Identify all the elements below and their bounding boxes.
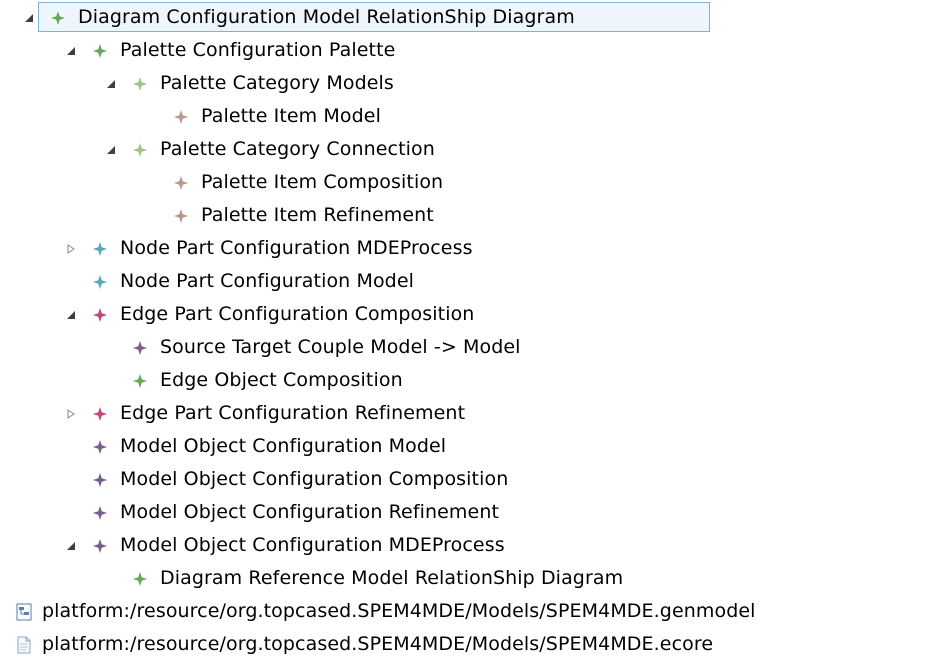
diamond-icon bbox=[88, 397, 112, 430]
tree-node-row[interactable]: Palette Item Model bbox=[143, 100, 381, 133]
tree-node-row[interactable]: Palette Configuration Palette bbox=[62, 34, 395, 67]
toggle-spacer bbox=[62, 430, 80, 463]
tree-node-label: Node Part Configuration Model bbox=[120, 270, 415, 292]
tree-node-label: Palette Item Model bbox=[201, 105, 381, 127]
expand-arrow-icon[interactable] bbox=[62, 34, 80, 67]
expand-arrow-icon[interactable] bbox=[62, 529, 80, 562]
tree-node-label: Palette Item Refinement bbox=[201, 204, 434, 226]
resource-row[interactable]: platform:/resource/org.topcased.SPEM4MDE… bbox=[8, 595, 756, 628]
diamond-icon bbox=[128, 133, 152, 166]
tree-node-label: Palette Category Connection bbox=[160, 138, 435, 160]
diamond-icon bbox=[88, 430, 112, 463]
tree-node-row[interactable]: Node Part Configuration Model bbox=[62, 265, 414, 298]
tree-node-row[interactable]: Diagram Configuration Model RelationShip… bbox=[20, 1, 575, 34]
toggle-spacer bbox=[102, 364, 120, 397]
tree-node-row[interactable]: Edge Object Composition bbox=[102, 364, 403, 397]
tree-node-row[interactable]: Diagram Reference Model RelationShip Dia… bbox=[102, 562, 623, 595]
diamond-icon bbox=[46, 1, 70, 34]
resource-row[interactable]: platform:/resource/org.topcased.SPEM4MDE… bbox=[8, 628, 713, 661]
collapse-arrow-icon[interactable] bbox=[62, 232, 80, 265]
tree-node-row[interactable]: Model Object Configuration Refinement bbox=[62, 496, 499, 529]
tree-node-label: Edge Part Configuration Refinement bbox=[120, 402, 466, 424]
tree-node-label: Model Object Configuration Model bbox=[120, 435, 447, 457]
diamond-icon bbox=[88, 496, 112, 529]
toggle-spacer bbox=[143, 199, 161, 232]
tree-node-row[interactable]: Node Part Configuration MDEProcess bbox=[62, 232, 473, 265]
toggle-spacer bbox=[62, 496, 80, 529]
tree-node-row[interactable]: Palette Item Refinement bbox=[143, 199, 434, 232]
tree-node-label: Model Object Configuration MDEProcess bbox=[120, 534, 505, 556]
tree-node-row[interactable]: Model Object Configuration MDEProcess bbox=[62, 529, 505, 562]
diamond-icon bbox=[128, 364, 152, 397]
toggle-spacer bbox=[62, 463, 80, 496]
expand-arrow-icon[interactable] bbox=[102, 67, 120, 100]
tree-node-label: Palette Category Models bbox=[160, 72, 394, 94]
toggle-spacer bbox=[143, 100, 161, 133]
toggle-spacer bbox=[62, 265, 80, 298]
tree-node-label: Palette Configuration Palette bbox=[120, 39, 396, 61]
diamond-icon bbox=[88, 463, 112, 496]
genmodel-file-icon bbox=[14, 595, 34, 628]
collapse-arrow-icon[interactable] bbox=[62, 397, 80, 430]
expand-arrow-icon[interactable] bbox=[102, 133, 120, 166]
tree-node-row[interactable]: Model Object Configuration Composition bbox=[62, 463, 508, 496]
tree-node-label: Edge Part Configuration Composition bbox=[120, 303, 475, 325]
toggle-spacer bbox=[102, 562, 120, 595]
tree-node-label: platform:/resource/org.topcased.SPEM4MDE… bbox=[42, 633, 714, 655]
tree-node-row[interactable]: Model Object Configuration Model bbox=[62, 430, 446, 463]
tree-node-row[interactable]: Source Target Couple Model -> Model bbox=[102, 331, 521, 364]
tree-node-row[interactable]: Edge Part Configuration Refinement bbox=[62, 397, 465, 430]
diamond-icon bbox=[88, 265, 112, 298]
tree-node-label: platform:/resource/org.topcased.SPEM4MDE… bbox=[42, 600, 756, 622]
ecore-file-icon bbox=[14, 628, 34, 661]
tree-node-row[interactable]: Edge Part Configuration Composition bbox=[62, 298, 474, 331]
diamond-icon bbox=[88, 34, 112, 67]
diamond-icon bbox=[88, 298, 112, 331]
diamond-icon bbox=[128, 562, 152, 595]
expand-arrow-icon[interactable] bbox=[62, 298, 80, 331]
diamond-icon bbox=[169, 166, 193, 199]
diamond-icon bbox=[88, 232, 112, 265]
expand-arrow-icon[interactable] bbox=[20, 1, 38, 34]
tree-node-label: Model Object Configuration Refinement bbox=[120, 501, 500, 523]
diagram-configuration-tree: Diagram Configuration Model RelationShip… bbox=[0, 0, 944, 670]
tree-node-label: Edge Object Composition bbox=[160, 369, 403, 391]
tree-node-row[interactable]: Palette Item Composition bbox=[143, 166, 443, 199]
tree-node-label: Diagram Configuration Model RelationShip… bbox=[78, 6, 575, 28]
tree-node-label: Palette Item Composition bbox=[201, 171, 444, 193]
diamond-icon bbox=[128, 67, 152, 100]
tree-node-row[interactable]: Palette Category Models bbox=[102, 67, 394, 100]
diamond-icon bbox=[128, 331, 152, 364]
tree-node-label: Diagram Reference Model RelationShip Dia… bbox=[160, 567, 624, 589]
tree-node-label: Source Target Couple Model -> Model bbox=[160, 336, 521, 358]
diamond-icon bbox=[169, 199, 193, 232]
toggle-spacer bbox=[102, 331, 120, 364]
diamond-icon bbox=[88, 529, 112, 562]
toggle-spacer bbox=[143, 166, 161, 199]
diamond-icon bbox=[169, 100, 193, 133]
tree-node-label: Model Object Configuration Composition bbox=[120, 468, 509, 490]
tree-node-row[interactable]: Palette Category Connection bbox=[102, 133, 435, 166]
tree-node-label: Node Part Configuration MDEProcess bbox=[120, 237, 473, 259]
